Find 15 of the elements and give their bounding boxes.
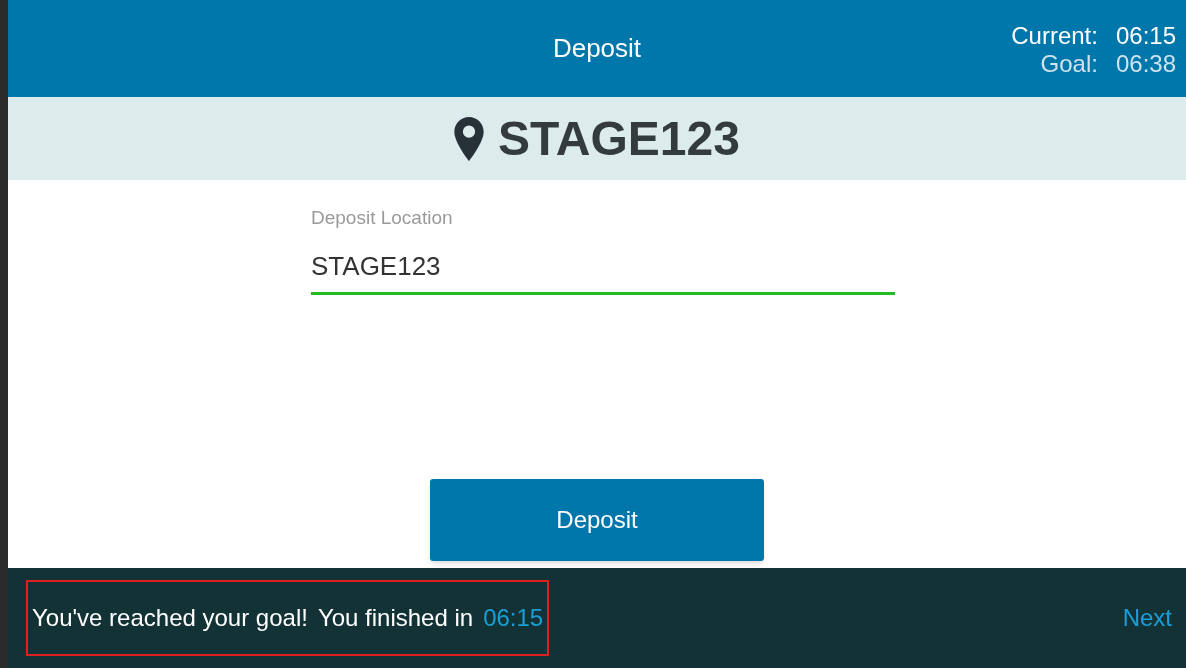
deposit-location-field[interactable]: Deposit Location STAGE123 — [311, 204, 895, 295]
field-label: Deposit Location — [311, 206, 454, 230]
deposit-button[interactable]: Deposit — [430, 478, 764, 561]
finished-label: You finished in — [317, 603, 474, 633]
current-label: Current: — [1011, 22, 1098, 50]
goal-time: 06:38 — [1115, 50, 1176, 78]
current-time: 06:15 — [1115, 22, 1176, 50]
location-pin-icon — [454, 116, 485, 161]
next-button[interactable]: Next — [1122, 600, 1172, 636]
page-title: Deposit — [552, 32, 642, 65]
goal-message: You've reached your goal! — [32, 603, 308, 633]
goal-label: Goal: — [1039, 50, 1098, 78]
field-value: STAGE123 — [311, 249, 442, 283]
location-code: STAGE123 — [498, 110, 740, 167]
finished-time: 06:15 — [483, 603, 544, 633]
